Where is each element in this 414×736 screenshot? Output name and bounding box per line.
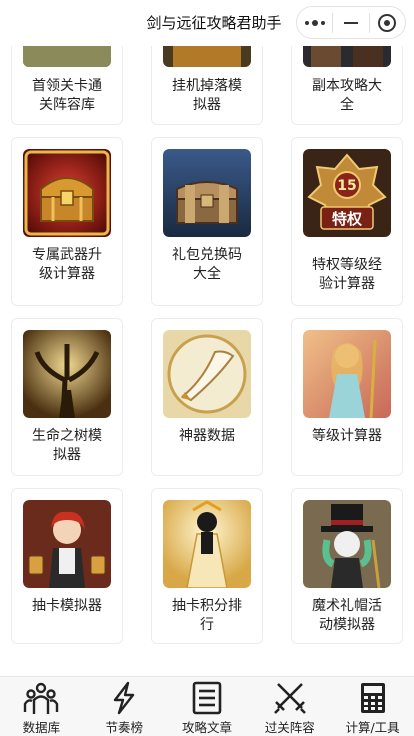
- card-label-line1: 专属武器升: [32, 247, 102, 263]
- more-dots-icon: [304, 19, 325, 26]
- card-label-line1: 特权等级经: [312, 257, 382, 273]
- document-icon: [192, 681, 222, 715]
- card-label-line2: 拟器: [193, 97, 221, 113]
- card-label-line2: 大全: [193, 266, 221, 282]
- card-gacha-simulator[interactable]: 抽卡模拟器: [11, 488, 123, 644]
- card-label-line2: 全: [340, 97, 354, 113]
- vip-badge-text: 特权: [332, 210, 363, 228]
- vip-badge-number: 15: [337, 178, 356, 194]
- bottom-tab-bar: 数据库 节奏榜 攻略文章 过关阵容 计算/工具: [0, 676, 414, 736]
- mini-program-capsule: [296, 6, 406, 39]
- lightning-icon: [113, 681, 135, 715]
- hero-portrait-icon: [303, 330, 391, 418]
- tavern-maid-icon: [23, 500, 111, 588]
- card-artifact-data[interactable]: 神器数据: [151, 318, 263, 476]
- card-label-line2: 验计算器: [319, 276, 375, 292]
- card-label-line2: 级计算器: [39, 266, 95, 282]
- card-label-line2: 拟器: [53, 447, 81, 463]
- card-level-calculator[interactable]: 等级计算器: [291, 318, 403, 476]
- card-label-line1: 副本攻略大: [312, 78, 382, 94]
- card-vip-calculator[interactable]: 15 特权 特权等级经 验计算器: [291, 137, 403, 306]
- minimize-button[interactable]: [333, 7, 368, 38]
- card-label-line1: 礼包兑换码: [172, 247, 242, 263]
- tab-guides[interactable]: 攻略文章: [166, 677, 249, 736]
- tree-of-life-icon: [23, 330, 111, 418]
- card-label-line2: 关阵容库: [39, 97, 95, 113]
- magician-hat-icon: [303, 500, 391, 588]
- top-navigation-bar: 剑与远征攻略君助手: [0, 0, 414, 46]
- gift-chest-icon: [163, 149, 251, 237]
- card-gift-codes[interactable]: 礼包兑换码 大全: [151, 137, 263, 306]
- treasure-chest-icon: [23, 149, 111, 237]
- tab-label: 过关阵容: [264, 720, 315, 735]
- card-label-line1: 魔术礼帽活: [312, 598, 382, 614]
- calculator-icon: [360, 683, 385, 713]
- card-label-line2: 行: [200, 617, 214, 633]
- target-close-icon: [378, 13, 397, 32]
- card-label-line1: 首领关卡通: [32, 78, 102, 94]
- tab-tier-list[interactable]: 节奏榜: [83, 677, 166, 736]
- card-tree-of-life[interactable]: 生命之树模 拟器: [11, 318, 123, 476]
- close-button[interactable]: [370, 7, 405, 38]
- card-label-line1: 抽卡积分排: [172, 598, 242, 614]
- tab-label: 数据库: [22, 720, 61, 735]
- tab-label: 节奏榜: [105, 720, 143, 735]
- golden-statue-icon: [163, 500, 251, 588]
- vip-badge-icon: 15 特权: [303, 149, 391, 237]
- more-button[interactable]: [297, 7, 332, 38]
- card-label-line1: 等级计算器: [312, 428, 382, 444]
- tab-stage-lineups[interactable]: 过关阵容: [248, 677, 331, 736]
- tab-label: 计算/工具: [345, 720, 400, 735]
- minimize-icon: [343, 21, 358, 24]
- artifact-horn-icon: [163, 330, 251, 418]
- card-magic-hat[interactable]: 魔术礼帽活 动模拟器: [291, 488, 403, 644]
- users-icon: [24, 682, 59, 714]
- card-label-line1: 生命之树模: [32, 428, 102, 444]
- card-label-line1: 挂机掉落模: [172, 78, 242, 94]
- crossed-swords-icon: [273, 683, 306, 714]
- card-label-line1: 抽卡模拟器: [32, 598, 102, 614]
- card-label-line1: 神器数据: [179, 428, 235, 444]
- tool-grid: 首领关卡通 关阵容库 挂机掉落模 拟器 副本攻略大 全 专属武器升 级计算器 礼…: [0, 0, 414, 676]
- tab-label: 攻略文章: [181, 720, 232, 735]
- card-gacha-ranking[interactable]: 抽卡积分排 行: [151, 488, 263, 644]
- card-label-line2: 动模拟器: [319, 617, 375, 633]
- card-weapon-calculator[interactable]: 专属武器升 级计算器: [11, 137, 123, 306]
- tab-tools[interactable]: 计算/工具: [331, 677, 414, 736]
- tab-database[interactable]: 数据库: [0, 677, 83, 736]
